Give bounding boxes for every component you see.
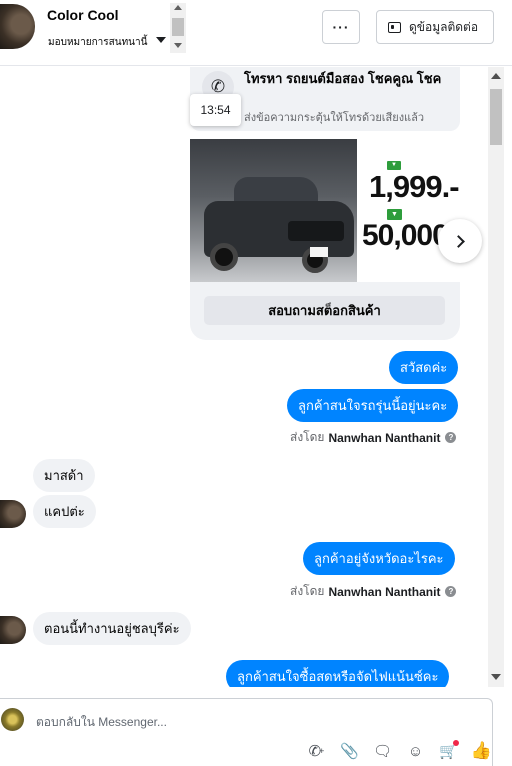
sent-by-label: ส่งโดย <box>290 430 325 444</box>
contact-name[interactable]: Color Cool <box>47 7 119 23</box>
ask-stock-button[interactable]: สอบถามสต็อกสินค้า <box>204 296 445 325</box>
more-options-button[interactable]: ··· <box>322 10 360 44</box>
conversation-header: Color Cool มอบหมายการสนทนานี้ ··· ดูข้อม… <box>0 0 512 66</box>
contact-avatar[interactable] <box>0 4 35 49</box>
saved-replies-icon[interactable]: 🗨 <box>366 741 399 761</box>
call-card-title: โทรหา รถยนต์มือสอง โชคคูณ โชค <box>244 71 442 86</box>
sent-by-label: ส่งโดย <box>290 584 325 598</box>
scroll-up-arrow-icon[interactable] <box>174 5 182 10</box>
scroll-thumb[interactable] <box>490 89 502 145</box>
call-card-subtitle: ส่งข้อความกระตุ้นให้โทรด้วยเสียงแล้ว <box>244 112 425 124</box>
message-bubble-outgoing[interactable]: สวัสดค่ะ <box>389 351 459 384</box>
message-bubble-incoming[interactable]: แคปต่ะ <box>33 495 96 528</box>
like-icon[interactable]: 👍 <box>465 741 498 761</box>
contact-avatar-small[interactable] <box>0 500 26 528</box>
scroll-down-arrow-icon[interactable] <box>174 43 182 48</box>
product-image[interactable]: ▼ 1,999.- ▼ 50,000 <box>190 139 460 282</box>
composer-toolbar: ✆ + 📎 🗨 ☺ 🛒 👍 <box>300 740 498 761</box>
help-icon[interactable]: ? <box>445 432 457 443</box>
message-bubble-outgoing[interactable]: ลูกค้าสนใจรถรุ่นนี้อยู่นะคะ <box>287 389 459 422</box>
notification-dot <box>453 740 459 746</box>
sent-by-line: ส่งโดย Nanwhan Nanthanit ? <box>290 582 457 601</box>
contact-avatar-small[interactable] <box>0 616 26 644</box>
attach-icon[interactable]: 📎 <box>333 741 366 761</box>
view-contact-label: ดูข้อมูลติดต่อ <box>409 19 479 34</box>
thread-scrollbar[interactable] <box>488 67 504 687</box>
message-thread[interactable]: ✆ โทรหา รถยนต์มือสอง โชคคูณ โชค ส่งข้อคว… <box>0 67 488 687</box>
sent-by-line: ส่งโดย Nanwhan Nanthanit ? <box>290 428 457 447</box>
truck-photo <box>190 139 357 282</box>
page-avatar <box>1 708 24 731</box>
add-call-icon[interactable]: ✆ + <box>300 741 333 761</box>
chevron-right-icon <box>451 234 465 248</box>
product-card: ▼ 1,999.- ▼ 50,000 สอบถามสต็อกสินค้า <box>190 139 460 340</box>
promo-price: 1,999.- <box>369 169 460 204</box>
emoji-icon[interactable]: ☺ <box>399 741 432 761</box>
message-bubble-outgoing[interactable]: ลูกค้าสนใจซื้อสดหรือจัดไฟแน้นซ์คะ <box>226 660 450 687</box>
promo-discount: 50,000 <box>362 219 449 252</box>
contact-card-icon <box>388 21 401 33</box>
carousel-next-button[interactable] <box>438 219 482 263</box>
promo-panel: ▼ 1,999.- ▼ 50,000 <box>357 139 460 282</box>
message-bubble-incoming[interactable]: ตอนนี้ทำงานอยู่ชลบุรีค่ะ <box>33 612 191 645</box>
reply-composer: ตอบกลับใน Messenger... ✆ + 📎 🗨 ☺ 🛒 👍 <box>0 698 493 766</box>
timestamp-tooltip: 13:54 <box>190 94 241 126</box>
cart-icon[interactable]: 🛒 <box>432 740 465 761</box>
message-bubble-outgoing[interactable]: ลูกค้าอยู่จังหวัดอะไรคะ <box>303 542 455 575</box>
view-contact-button[interactable]: ดูข้อมูลติดต่อ <box>376 10 494 44</box>
help-icon[interactable]: ? <box>445 586 457 597</box>
message-bubble-incoming[interactable]: มาสด้า <box>33 459 95 492</box>
sender-name[interactable]: Nanwhan Nanthanit <box>328 431 440 445</box>
scroll-thumb[interactable] <box>172 18 184 36</box>
reply-input[interactable]: ตอบกลับใน Messenger... <box>36 713 167 732</box>
assign-conversation-label[interactable]: มอบหมายการสนทนานี้ <box>48 35 147 50</box>
chevron-down-icon[interactable] <box>156 37 166 43</box>
header-scrollbar[interactable] <box>170 3 186 53</box>
scroll-down-arrow-icon[interactable] <box>491 674 501 680</box>
scroll-up-arrow-icon[interactable] <box>491 73 501 79</box>
sender-name[interactable]: Nanwhan Nanthanit <box>328 585 440 599</box>
